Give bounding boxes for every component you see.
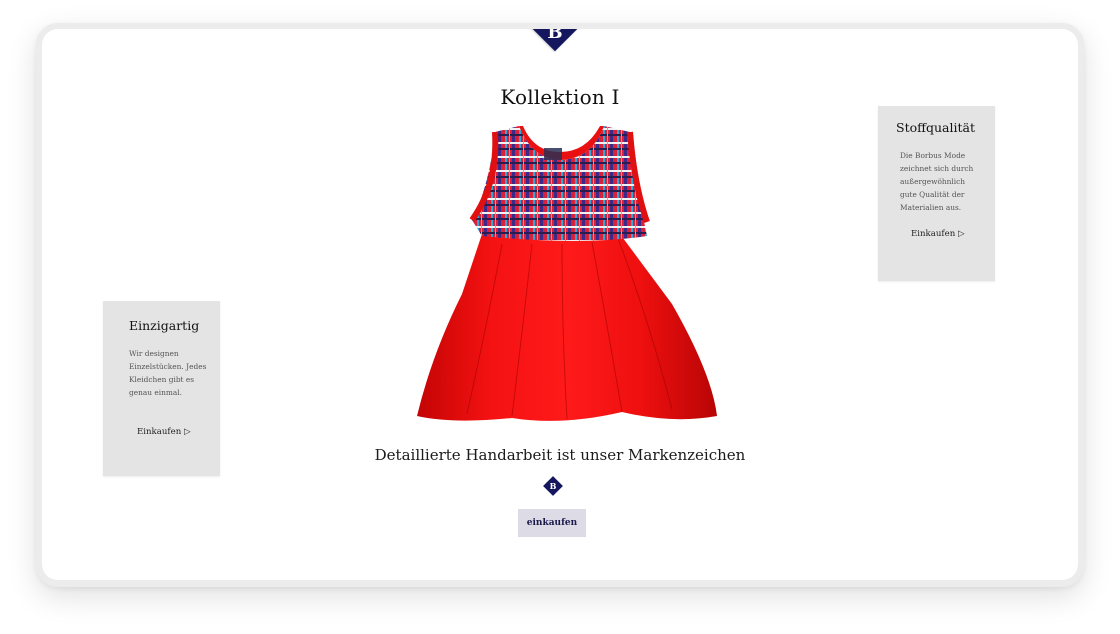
card-body: Die Borbus Mode zeichnet sich durch auße…: [900, 151, 974, 212]
feature-card-stoffqualitaet: Stoffqualität Die Borbus Mode zeichnet s…: [878, 106, 995, 281]
page: B Kollektion I Detaillierte Handarbeit i…: [42, 29, 1078, 580]
shop-button[interactable]: einkaufen: [518, 509, 586, 537]
brand-mark-icon: B: [543, 476, 563, 496]
brand-mark-letter: B: [549, 481, 557, 491]
card-body: Wir designen Einzelstücken. Jedes Kleidc…: [129, 349, 207, 397]
dress-skirt: [417, 230, 717, 421]
card-shop-link[interactable]: Einkaufen ▷: [137, 427, 191, 437]
brand-logo[interactable]: B: [526, 29, 584, 52]
feature-card-einzigartig: Einzigartig Wir designen Einzelstücken. …: [103, 301, 220, 476]
dress-image: [417, 126, 717, 421]
brand-logo-letter: B: [547, 29, 563, 43]
card-heading: Einzigartig: [129, 318, 200, 333]
card-shop-link[interactable]: Einkaufen ▷: [911, 229, 965, 239]
card-heading: Stoffqualität: [896, 120, 975, 135]
